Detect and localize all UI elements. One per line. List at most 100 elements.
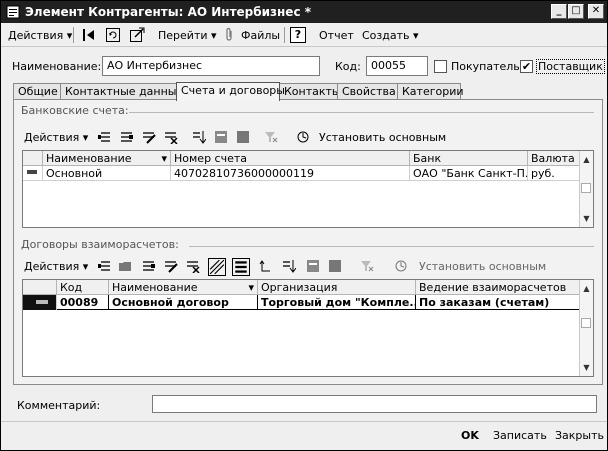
buyer-label: Покупатель — [451, 60, 520, 73]
bank-set-main-button[interactable]: Установить основным — [319, 131, 446, 144]
table-cell[interactable]: ОАО "Банк Санкт-П... — [410, 166, 528, 181]
comment-label: Комментарий: — [17, 399, 101, 412]
window-icon — [6, 5, 20, 19]
window-title: Элемент Контрагенты: АО Интербизнес * — [25, 5, 312, 19]
table-cell[interactable]: 40702810736000000119 — [171, 166, 410, 181]
scroll-thumb[interactable] — [581, 318, 591, 328]
tab-general[interactable]: Общие — [13, 83, 61, 100]
column-header-icon — [23, 151, 43, 166]
goto-menu[interactable]: Перейти ▾ — [158, 29, 217, 42]
scroll-thumb[interactable] — [581, 183, 591, 193]
add-icon[interactable] — [98, 130, 112, 144]
close-window-button[interactable]: ✕ — [588, 4, 604, 19]
filter-dropdown-icon[interactable] — [328, 259, 342, 273]
hierarchy-view-icon[interactable] — [208, 258, 226, 276]
table-cell[interactable]: Торговый дом "Компле... — [258, 295, 416, 310]
name-label: Наименование: — [12, 60, 102, 73]
column-header[interactable]: Код — [57, 280, 109, 295]
delete-row-icon[interactable] — [164, 130, 178, 144]
ok-button[interactable]: OK — [461, 429, 479, 442]
column-header[interactable]: Валюта — [528, 151, 581, 166]
bank-accounts-table: Наименование ▾ Номер счета Банк Валюта Ос… — [22, 150, 594, 228]
contracts-actions-menu[interactable]: Действия ▾ — [24, 260, 88, 273]
go-to-list-icon[interactable] — [81, 27, 97, 43]
minimize-button[interactable]: _ — [551, 4, 567, 19]
filter-list-icon[interactable] — [214, 130, 228, 144]
contracts-table: Код Наименование ▾ Организация Ведение вз… — [22, 279, 594, 377]
column-header-icon — [23, 280, 57, 295]
table-row[interactable]: 00089 Основной договор Торговый дом "Ком… — [23, 295, 581, 310]
footer-divider — [1, 421, 607, 422]
edit-row-icon[interactable] — [164, 259, 178, 273]
report-button[interactable]: Отчет — [319, 29, 354, 42]
bank-actions-menu[interactable]: Действия ▾ — [24, 131, 88, 144]
edit-link-icon[interactable] — [129, 27, 145, 43]
table-cell[interactable]: Основной — [43, 166, 171, 181]
clear-filter-icon[interactable] — [360, 259, 374, 273]
table-cell[interactable]: 00089 — [57, 295, 109, 310]
clear-filter-icon[interactable] — [264, 130, 278, 144]
files-button[interactable]: Файлы — [241, 29, 280, 42]
maximize-button[interactable]: □ — [568, 4, 584, 19]
tree-view-icon[interactable] — [232, 258, 250, 276]
vertical-scrollbar[interactable]: ▲ ▼ — [579, 280, 593, 376]
toolbar-separator — [73, 27, 74, 43]
copy-row-icon[interactable] — [142, 259, 156, 273]
tab-properties[interactable]: Свойства — [337, 83, 398, 100]
vertical-scrollbar[interactable]: ▲ ▼ — [579, 151, 593, 227]
refresh-icon[interactable] — [105, 27, 121, 43]
paperclip-icon — [226, 27, 232, 41]
supplier-label: Поставщик — [536, 59, 605, 74]
copy-row-icon[interactable] — [120, 130, 134, 144]
sort-icon[interactable] — [192, 130, 206, 144]
scroll-down-icon[interactable]: ▼ — [581, 213, 592, 224]
close-button[interactable]: Закрыть — [555, 429, 604, 442]
column-header[interactable]: Организация — [258, 280, 416, 295]
create-menu[interactable]: Создать ▾ — [362, 29, 419, 42]
help-button[interactable]: ? — [290, 27, 306, 43]
code-field[interactable]: 00055 — [366, 56, 428, 76]
tab-contact-info[interactable]: Контактные данные — [60, 83, 183, 100]
row-icon — [23, 295, 57, 310]
table-cell[interactable]: руб. — [528, 166, 581, 181]
add-icon[interactable] — [98, 259, 112, 273]
table-row[interactable]: Основной 40702810736000000119 ОАО "Банк … — [23, 166, 581, 181]
section-divider — [189, 246, 594, 247]
title-bar: Элемент Контрагенты: АО Интербизнес * _ … — [1, 1, 607, 23]
column-header[interactable]: Наименование ▾ — [43, 151, 171, 166]
column-header[interactable]: Банк — [410, 151, 528, 166]
add-group-icon[interactable] — [118, 259, 132, 273]
column-header[interactable]: Ведение взаиморасчетов — [416, 280, 581, 295]
table-header: Наименование ▾ Номер счета Банк Валюта — [23, 151, 593, 166]
code-label: Код: — [335, 60, 361, 73]
contracts-set-main-button[interactable]: Установить основным — [419, 260, 546, 273]
table-cell[interactable]: По заказам (счетам) — [416, 295, 581, 310]
tab-accounts-contracts[interactable]: Счета и договоры — [176, 82, 285, 101]
buyer-checkbox[interactable] — [434, 60, 447, 73]
set-main-icon[interactable] — [394, 259, 408, 273]
table-cell[interactable]: Основной договор — [109, 295, 258, 310]
name-field[interactable]: АО Интербизнес — [102, 56, 320, 76]
toolbar-separator — [284, 27, 285, 43]
tab-panel: Банковские счета: Действия ▾ Установить … — [13, 99, 603, 385]
comment-field[interactable] — [152, 395, 597, 413]
tab-categories[interactable]: Категории — [397, 83, 464, 100]
scroll-down-icon[interactable]: ▼ — [581, 362, 592, 373]
contracts-title: Договоры взаиморасчетов: — [21, 238, 179, 251]
tab-contacts[interactable]: Контакты — [279, 83, 341, 100]
column-header[interactable]: Номер счета — [171, 151, 410, 166]
column-header[interactable]: Наименование ▾ — [109, 280, 258, 295]
edit-row-icon[interactable] — [142, 130, 156, 144]
save-button[interactable]: Записать — [493, 429, 547, 442]
scroll-up-icon[interactable]: ▲ — [581, 283, 592, 294]
sort-icon[interactable] — [282, 259, 296, 273]
delete-row-icon[interactable] — [186, 259, 200, 273]
filter-dropdown-icon[interactable] — [236, 130, 250, 144]
filter-list-icon[interactable] — [306, 259, 320, 273]
set-main-icon[interactable] — [296, 130, 310, 144]
supplier-checkbox[interactable]: ✔ — [520, 60, 533, 73]
actions-menu[interactable]: Действия ▾ — [8, 29, 72, 42]
main-toolbar: Действия ▾ Перейти ▾ Файлы ? Отчет Созда… — [1, 23, 607, 47]
move-to-group-icon[interactable] — [258, 259, 272, 273]
scroll-up-icon[interactable]: ▲ — [581, 154, 592, 165]
